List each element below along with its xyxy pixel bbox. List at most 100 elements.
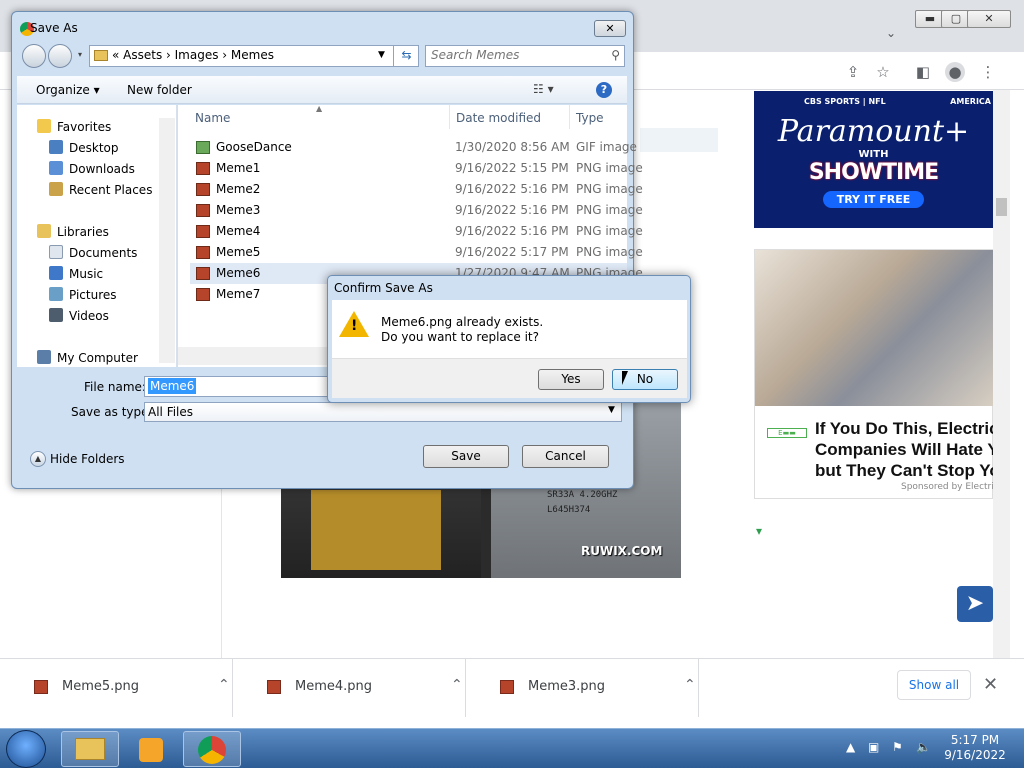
file-name: Meme1 bbox=[216, 161, 261, 175]
nav-label: Documents bbox=[69, 246, 138, 260]
recent-locations-chevron-icon[interactable]: ▾ bbox=[78, 50, 82, 59]
chevron-up-icon[interactable]: ⌃ bbox=[218, 677, 230, 693]
action-center-icon[interactable]: ⚑ bbox=[892, 740, 903, 754]
file-type: PNG image bbox=[576, 161, 643, 175]
file-row[interactable]: GooseDance 1/30/2020 8:56 AM GIF image bbox=[190, 137, 637, 158]
page-scrollbar[interactable] bbox=[993, 90, 1010, 658]
chevron-up-icon[interactable]: ⌃ bbox=[451, 677, 463, 693]
menu-kebab-icon[interactable]: ⋮ bbox=[978, 62, 998, 82]
nav-videos[interactable]: Videos bbox=[49, 308, 109, 323]
ad-image-outlet[interactable] bbox=[755, 250, 994, 406]
electric-ad[interactable]: E▬▬ If You Do This, Electric Companies W… bbox=[754, 249, 995, 499]
help-icon[interactable]: ? bbox=[596, 82, 612, 98]
column-divider[interactable] bbox=[449, 105, 450, 129]
refresh-icon[interactable]: ⇆ bbox=[393, 45, 419, 67]
file-row[interactable]: Meme3 9/16/2022 5:16 PM PNG image bbox=[190, 200, 643, 221]
save-type-select[interactable]: All Files bbox=[144, 402, 622, 422]
chevron-up-icon[interactable]: ▲ bbox=[30, 451, 46, 467]
file-name: Meme6 bbox=[216, 266, 261, 280]
search-input[interactable] bbox=[431, 48, 601, 62]
documents-icon bbox=[49, 245, 63, 259]
file-name: Meme7 bbox=[216, 287, 261, 301]
close-icon[interactable]: ✕ bbox=[983, 674, 998, 695]
file-row[interactable]: Meme4 9/16/2022 5:16 PM PNG image bbox=[190, 221, 643, 242]
page-scrollbar-thumb[interactable] bbox=[996, 198, 1007, 216]
nav-pictures[interactable]: Pictures bbox=[49, 287, 117, 302]
start-button[interactable] bbox=[6, 730, 46, 768]
nav-music[interactable]: Music bbox=[49, 266, 103, 281]
column-divider[interactable] bbox=[569, 105, 570, 129]
view-options-icon[interactable]: ☷ ▾ bbox=[533, 82, 554, 96]
file-name: GooseDance bbox=[216, 140, 292, 154]
file-name: Meme2 bbox=[216, 182, 261, 196]
search-icon[interactable]: ⚲ bbox=[611, 48, 620, 62]
new-folder-button[interactable]: New folder bbox=[127, 83, 192, 97]
nav-label: Favorites bbox=[57, 120, 112, 134]
explorer-taskbar-button[interactable] bbox=[61, 731, 119, 767]
download-filename: Meme3.png bbox=[528, 679, 606, 694]
file-row[interactable]: Meme2 9/16/2022 5:16 PM PNG image bbox=[190, 179, 643, 200]
media-player-taskbar-button[interactable] bbox=[122, 731, 180, 767]
save-button[interactable]: Save bbox=[423, 445, 509, 468]
breadcrumb[interactable]: « Assets › Images › Memes bbox=[112, 48, 274, 62]
dialog-close-button[interactable]: ✕ bbox=[594, 20, 626, 37]
show-all-button[interactable]: Show all bbox=[897, 670, 971, 700]
column-header-type[interactable]: Type bbox=[576, 111, 604, 125]
file-row[interactable]: Meme1 9/16/2022 5:15 PM PNG image bbox=[190, 158, 643, 179]
column-header-name[interactable]: Name bbox=[195, 111, 230, 125]
nav-my-computer[interactable]: My Computer bbox=[37, 350, 138, 365]
nav-favorites[interactable]: Favorites bbox=[37, 119, 111, 134]
download-item[interactable]: Meme4.png ⌃ bbox=[233, 659, 466, 717]
file-name-value[interactable]: Meme6 bbox=[148, 378, 197, 394]
tab-search-chevron-icon[interactable]: ⌄ bbox=[886, 26, 896, 40]
tray-clock[interactable]: 5:17 PM 9/16/2022 bbox=[940, 733, 1010, 763]
tray-expand-icon[interactable]: ▲ bbox=[846, 740, 855, 754]
side-panel-icon[interactable]: ◧ bbox=[913, 62, 933, 82]
nav-libraries[interactable]: Libraries bbox=[37, 224, 109, 239]
ad-headline-line: If You Do This, Electric bbox=[815, 419, 995, 438]
nav-recent-places[interactable]: Recent Places bbox=[49, 182, 152, 197]
network-icon[interactable]: ▣ bbox=[868, 740, 879, 754]
try-free-button[interactable]: TRY IT FREE bbox=[822, 191, 925, 208]
nav-label: Pictures bbox=[69, 288, 117, 302]
png-file-icon bbox=[196, 204, 210, 217]
paramount-ad[interactable]: CBS SPORTS | NFL AMERICA Paramount+ WITH… bbox=[754, 91, 993, 228]
ad-headline[interactable]: If You Do This, Electric Companies Will … bbox=[815, 418, 995, 481]
adchoices-icon[interactable]: ▾ bbox=[756, 524, 762, 538]
search-box[interactable]: ⚲ bbox=[425, 45, 625, 67]
yes-button[interactable]: Yes bbox=[538, 369, 604, 390]
file-name: Meme5 bbox=[216, 245, 261, 259]
scroll-top-button[interactable]: ➤ bbox=[957, 586, 993, 622]
download-item[interactable]: Meme5.png ⌃ bbox=[0, 659, 233, 717]
hide-folders-button[interactable]: Hide Folders bbox=[50, 452, 125, 466]
desktop-icon bbox=[49, 140, 63, 154]
nav-label: Downloads bbox=[69, 162, 135, 176]
chevron-down-icon[interactable]: ▼ bbox=[608, 405, 615, 415]
forward-button[interactable] bbox=[48, 44, 72, 68]
recent-places-icon bbox=[49, 182, 63, 196]
file-type: PNG image bbox=[576, 203, 643, 217]
window-close-button[interactable]: ✕ bbox=[967, 10, 1011, 28]
cancel-button[interactable]: Cancel bbox=[522, 445, 609, 468]
nav-scrollbar[interactable] bbox=[159, 118, 175, 363]
bookmark-star-icon[interactable]: ☆ bbox=[873, 62, 893, 82]
nav-documents[interactable]: Documents bbox=[49, 245, 137, 260]
column-header-date[interactable]: Date modified bbox=[456, 111, 541, 125]
download-item[interactable]: Meme3.png ⌃ bbox=[466, 659, 699, 717]
back-button[interactable] bbox=[22, 44, 46, 68]
showtime-logo: SHOWTIME bbox=[808, 160, 939, 185]
share-icon[interactable]: ⇪ bbox=[843, 62, 863, 82]
chevron-up-icon[interactable]: ⌃ bbox=[684, 677, 696, 693]
dialog-title: Save As bbox=[30, 21, 78, 35]
volume-icon[interactable]: 🔈 bbox=[916, 740, 931, 754]
profile-avatar-icon[interactable]: ● bbox=[945, 62, 965, 82]
file-type: PNG image bbox=[576, 245, 643, 259]
chrome-taskbar-button[interactable] bbox=[183, 731, 241, 767]
nav-desktop[interactable]: Desktop bbox=[49, 140, 119, 155]
warning-icon-mark: ! bbox=[351, 318, 358, 334]
file-row[interactable]: Meme5 9/16/2022 5:17 PM PNG image bbox=[190, 242, 643, 263]
png-file-icon bbox=[196, 183, 210, 196]
address-dropdown-icon[interactable]: ▼ bbox=[378, 50, 385, 60]
nav-downloads[interactable]: Downloads bbox=[49, 161, 135, 176]
organize-button[interactable]: Organize ▾ bbox=[36, 83, 100, 97]
